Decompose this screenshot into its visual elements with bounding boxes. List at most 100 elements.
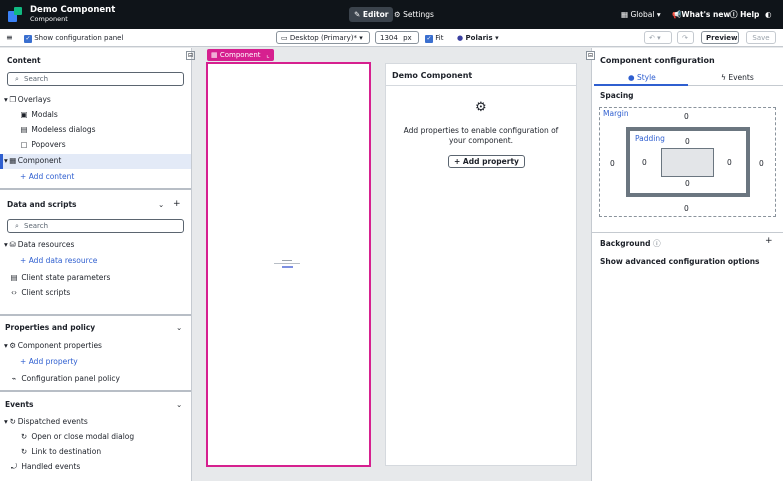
redo-button[interactable]: ↷ [677, 31, 694, 44]
pencil-icon: ✎ [354, 10, 361, 19]
theme-select[interactable]: ● Polaris ▾ [457, 32, 499, 45]
data-search-input[interactable]: ⌕ Search [7, 219, 184, 233]
tree-item-modals[interactable]: ▣ Modals [19, 110, 58, 120]
popovers-label: Popovers [31, 140, 66, 149]
event-icon: ↻ [9, 417, 16, 426]
monitor-icon: ▭ [281, 34, 288, 42]
content-search-input[interactable]: ⌕ Search [7, 72, 184, 86]
padding-top-value[interactable]: 0 [685, 137, 690, 146]
padding-right-value[interactable]: 0 [727, 158, 732, 167]
events-heading: Events [5, 400, 34, 409]
gear-icon: ⚙ [394, 10, 401, 19]
add-property-label: Add property [28, 357, 78, 366]
fit-checkbox[interactable]: ✓ Fit [425, 32, 443, 45]
gear-icon: ⚙ [475, 100, 487, 115]
global-dropdown[interactable]: ▦ Global ▾ [616, 7, 666, 22]
add-property-button[interactable]: + Add property [448, 155, 525, 168]
chevron-down-icon[interactable]: ⌄ [176, 400, 182, 410]
fit-label: Fit [435, 34, 444, 42]
config-title: Component configuration [600, 56, 715, 65]
padding-bottom-value[interactable]: 0 [685, 179, 690, 188]
collapse-panel-icon[interactable]: ⊟ [586, 51, 595, 60]
tree-item-modeless[interactable]: ▤ Modeless dialogs [19, 125, 96, 135]
tree-item-open-close-modal[interactable]: ↻ Open or close modal dialog [19, 432, 134, 442]
app-logo-icon [8, 7, 22, 22]
tab-style[interactable]: ● Style [628, 73, 656, 82]
canvas-mini-preview [270, 260, 304, 269]
tree-item-config-policy[interactable]: ⌁ Configuration panel policy [9, 374, 120, 384]
dispatched-label: Dispatched events [17, 417, 88, 426]
content-heading: Content [7, 56, 41, 65]
tree-item-dispatched-events[interactable]: ▾ ↻ Dispatched events [4, 417, 88, 427]
search-icon: ⌕ [15, 222, 19, 230]
whats-new-label: What's new [681, 10, 731, 19]
undo-button[interactable]: ↶ ▾ [644, 31, 672, 44]
app-subtitle: Component [30, 15, 68, 23]
theme-toggle-icon[interactable]: ◐ [760, 7, 777, 22]
margin-right-value[interactable]: 0 [759, 159, 764, 168]
tree-item-client-scripts[interactable]: ‹› Client scripts [9, 288, 70, 298]
add-data-resource-link[interactable]: + Add data resource [20, 256, 97, 266]
tree-item-client-state[interactable]: ▤ Client state parameters [9, 273, 110, 283]
overlays-label: Overlays [17, 95, 51, 104]
margin-left-value[interactable]: 0 [610, 159, 615, 168]
editor-tab[interactable]: ✎ Editor [349, 7, 394, 22]
redo-icon: ↷ [682, 34, 688, 42]
margin-bottom-value[interactable]: 0 [684, 204, 689, 213]
modals-label: Modals [31, 110, 58, 119]
add-property-button-label: Add property [462, 157, 519, 166]
tree-item-popovers[interactable]: ▢ Popovers [19, 140, 66, 150]
tree-item-link-destination[interactable]: ↻ Link to destination [19, 447, 101, 457]
table-icon: ▤ [10, 273, 18, 282]
component-chip[interactable]: ▦ Component [207, 49, 265, 61]
divider [0, 390, 191, 392]
width-value: 1304 [380, 34, 398, 42]
chevron-down-icon[interactable]: ⌄ [176, 323, 182, 333]
plus-icon: + [20, 172, 27, 181]
code-icon: ‹› [11, 288, 17, 297]
save-button[interactable]: Save [746, 31, 776, 44]
preview-button[interactable]: Preview [701, 31, 739, 44]
spacing-heading: Spacing [600, 91, 634, 100]
chevron-down-icon: ▾ [495, 34, 499, 42]
device-select[interactable]: ▭ Desktop (Primary)* ▾ [276, 31, 370, 44]
collapse-panel-icon[interactable]: ⊟ [186, 51, 195, 60]
margin-top-value[interactable]: 0 [684, 112, 689, 121]
add-property-link[interactable]: + Add property [20, 357, 78, 367]
add-content-link[interactable]: + Add content [20, 172, 74, 182]
gear-icon: ⚙ [9, 341, 17, 350]
database-icon: ⛁ [9, 240, 16, 249]
search-placeholder: Search [24, 222, 49, 230]
tree-item-data-resources[interactable]: ▾ ⛁ Data resources [4, 240, 74, 250]
add-icon[interactable]: + [173, 199, 181, 209]
margin-label: Margin [603, 109, 629, 118]
modeless-label: Modeless dialogs [31, 125, 96, 134]
padding-left-value[interactable]: 0 [642, 158, 647, 167]
theme-dot-icon: ● [457, 34, 464, 42]
show-config-label: Show configuration panel [34, 34, 124, 42]
advanced-options-link[interactable]: Show advanced configuration options [600, 257, 760, 266]
tree-item-overlays[interactable]: ▾ ❐ Overlays [4, 95, 51, 105]
select-parent-icon[interactable]: ⌞ [262, 49, 274, 61]
megaphone-icon: 📢 [672, 10, 682, 19]
component-chip-label: Component [219, 51, 261, 59]
tree-item-component[interactable]: ▾▦Component [4, 156, 61, 166]
help-button[interactable]: ⓘ Help [725, 7, 764, 22]
chevron-down-icon: ▾ [656, 10, 661, 19]
client-state-label: Client state parameters [21, 273, 111, 282]
divider [0, 314, 191, 316]
width-input[interactable]: 1304 px [375, 31, 419, 44]
show-config-checkbox[interactable]: ✓ Show configuration panel [24, 32, 123, 45]
component-icon: ▦ [211, 51, 218, 59]
chevron-down-icon[interactable]: ⌄ [158, 200, 164, 210]
editor-label: Editor [362, 10, 389, 19]
tree-item-handled-events[interactable]: ⤾ Handled events [9, 462, 80, 472]
data-resources-label: Data resources [17, 240, 75, 249]
tree-item-component-properties[interactable]: ▾ ⚙ Component properties [4, 341, 102, 351]
settings-tab[interactable]: ⚙ Settings [389, 7, 439, 22]
tab-events[interactable]: ϟ Events [721, 73, 754, 82]
add-icon[interactable]: + [765, 236, 773, 246]
add-data-resource-label: Add data resource [28, 256, 98, 265]
info-icon[interactable]: ⓘ [653, 239, 661, 248]
menu-icon[interactable]: ≡ [6, 32, 13, 45]
